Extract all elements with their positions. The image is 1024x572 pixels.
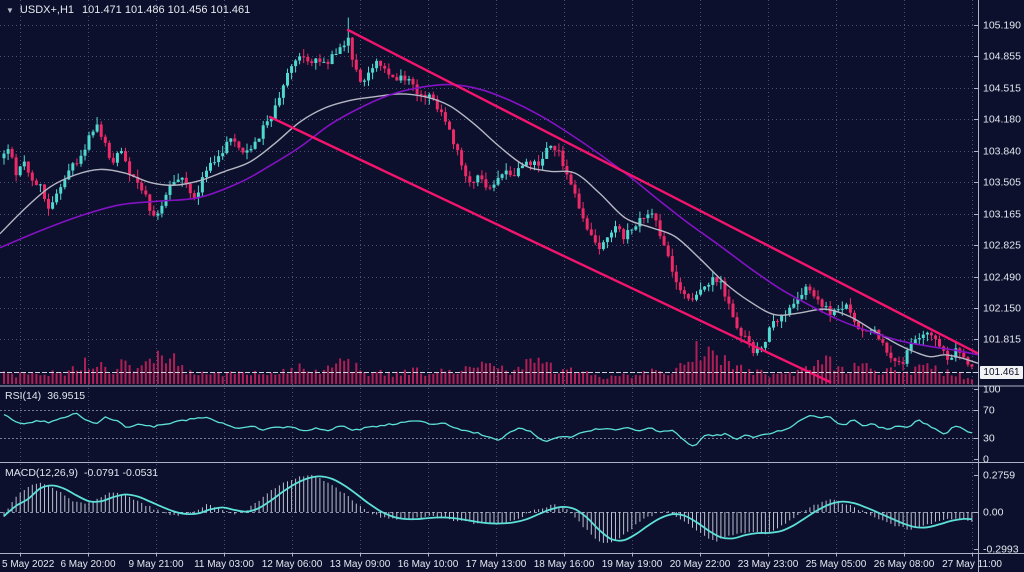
candles (3, 18, 974, 371)
svg-text:101.815: 101.815 (983, 334, 1021, 346)
svg-text:70: 70 (983, 405, 995, 417)
svg-text:27 May 11:00: 27 May 11:00 (942, 559, 1002, 570)
rsi-label: RSI(14) (5, 390, 41, 402)
svg-text:12 May 06:00: 12 May 06:00 (262, 559, 323, 570)
time-axis[interactable]: 5 May 2022 6 May 20:00 9 May 21:00 11 May 0… (2, 554, 1002, 571)
rsi-line (4, 413, 972, 445)
macd-indicator-label: MACD(12,26,9) -0.0791 -0.0531 (5, 467, 158, 479)
svg-text:13 May 09:00: 13 May 09:00 (330, 559, 391, 570)
svg-text:104.515: 104.515 (983, 83, 1021, 95)
svg-text:102.490: 102.490 (983, 272, 1021, 284)
trendline-lower-channel[interactable] (270, 117, 830, 382)
svg-text:9 May 21:00: 9 May 21:00 (128, 559, 183, 570)
svg-text:23 May 23:00: 23 May 23:00 (738, 559, 799, 570)
chart-canvas[interactable]: 105.190 104.855 104.515 104.180 103.840 103.5… (0, 0, 1024, 572)
svg-text:0.2759: 0.2759 (983, 470, 1015, 482)
panel-separators (0, 0, 1024, 572)
chart-title: USDX+,H1 (20, 4, 74, 16)
svg-text:16 May 10:00: 16 May 10:00 (398, 559, 459, 570)
svg-text:11 May 03:00: 11 May 03:00 (194, 559, 254, 570)
price-axis[interactable]: 105.190 104.855 104.515 104.180 103.840 103.5… (974, 20, 1021, 556)
current-price-tag: 101.461 (980, 366, 1023, 379)
svg-text:0.00: 0.00 (983, 507, 1004, 519)
macd-label: MACD(12,26,9) (5, 467, 78, 479)
svg-text:5 May 2022: 5 May 2022 (2, 559, 55, 570)
svg-text:17 May 13:00: 17 May 13:00 (466, 559, 527, 570)
svg-text:25 May 05:00: 25 May 05:00 (806, 559, 867, 570)
symbol-dropdown-icon[interactable]: ▼ (6, 6, 14, 15)
macd-signal-line (4, 476, 972, 540)
svg-text:103.505: 103.505 (983, 177, 1021, 189)
svg-text:103.840: 103.840 (983, 146, 1021, 158)
svg-text:30: 30 (983, 433, 995, 445)
svg-text:103.165: 103.165 (983, 209, 1021, 221)
svg-text:6 May 20:00: 6 May 20:00 (60, 559, 115, 570)
rsi-value: 36.9515 (47, 390, 85, 402)
svg-text:100: 100 (983, 384, 1001, 396)
svg-text:18 May 16:00: 18 May 16:00 (534, 559, 595, 570)
mt4-chart-window: 105.190 104.855 104.515 104.180 103.840 103.5… (0, 0, 1024, 572)
macd-histogram (4, 475, 972, 543)
macd-values: -0.0791 -0.0531 (84, 467, 158, 479)
svg-text:0: 0 (983, 454, 989, 466)
svg-text:20 May 22:00: 20 May 22:00 (670, 559, 731, 570)
chart-header: ▼ USDX+,H1 101.471 101.486 101.456 101.4… (6, 4, 250, 16)
trendline-upper-channel[interactable] (348, 30, 977, 353)
svg-text:105.190: 105.190 (983, 20, 1021, 32)
svg-text:104.855: 104.855 (983, 51, 1021, 63)
svg-text:-0.2993: -0.2993 (983, 544, 1019, 556)
svg-text:102.150: 102.150 (983, 303, 1021, 315)
ma-gray-line (0, 94, 978, 363)
svg-text:104.180: 104.180 (983, 114, 1021, 126)
rsi-indicator-label: RSI(14) 36.9515 (5, 390, 85, 402)
svg-text:102.825: 102.825 (983, 240, 1021, 252)
volume-bars (3, 341, 973, 384)
ohlc-values: 101.471 101.486 101.456 101.461 (82, 4, 250, 16)
svg-text:26 May 08:00: 26 May 08:00 (874, 559, 935, 570)
svg-text:19 May 19:00: 19 May 19:00 (602, 559, 663, 570)
